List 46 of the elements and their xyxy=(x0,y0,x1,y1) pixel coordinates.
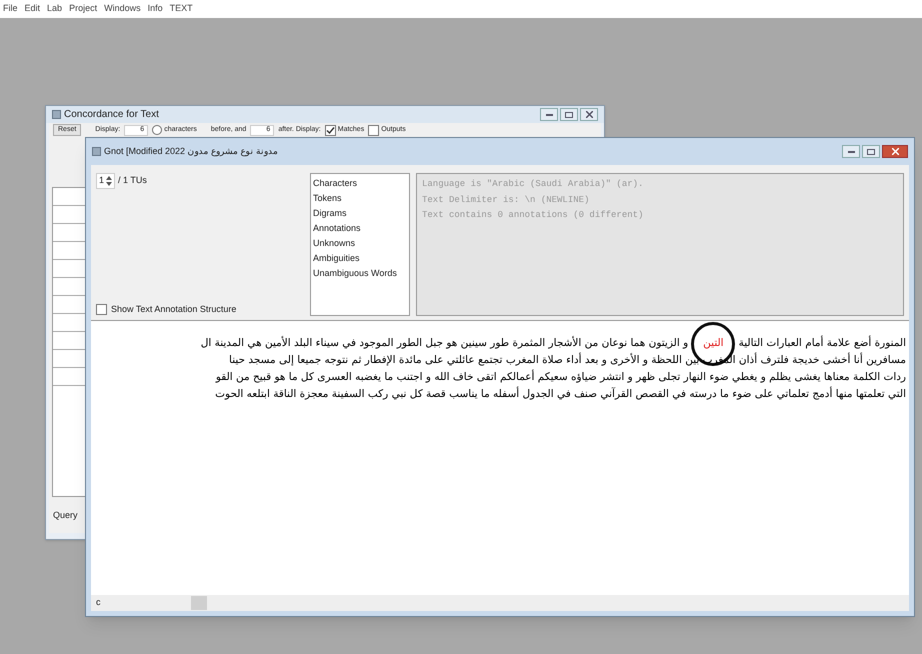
menu-item[interactable]: Lab xyxy=(47,2,62,16)
list-item[interactable]: Unknowns xyxy=(313,236,409,251)
checkbox[interactable] xyxy=(368,124,380,136)
text-line: ردات الكلمة معناها يغشى يظلم و يغطي ضوء النهار تجلى ظهر و انتشر ضياؤه سعيكم أعمالكم اتقى خاف الله و اجتنب ما يغضبه العسرى كل ما هو قبيح من القو xyxy=(216,371,906,383)
maximize-button[interactable] xyxy=(862,145,880,158)
menu-item[interactable]: Edit xyxy=(24,2,40,16)
list-item[interactable]: Tokens xyxy=(313,191,409,206)
highlighted-word: التين xyxy=(703,337,724,349)
menu-item[interactable]: Windows xyxy=(104,2,141,16)
app-icon xyxy=(52,110,61,119)
checkbox[interactable] xyxy=(96,304,107,315)
info-line: Text contains 0 annotations (0 different) xyxy=(422,209,644,222)
scroll-label: c xyxy=(96,596,100,610)
menu-item[interactable]: Project xyxy=(69,2,98,16)
scrollbar-thumb[interactable] xyxy=(190,596,206,610)
text-line: المنورة أضع علامة أمام العبارات التالية xyxy=(738,337,906,349)
unit-total: / 1 TUs xyxy=(118,174,147,188)
text-area[interactable] xyxy=(91,320,909,611)
maximize-button[interactable] xyxy=(560,108,578,121)
close-button[interactable] xyxy=(580,108,598,121)
list-item[interactable]: Digrams xyxy=(313,206,409,221)
text-line: التي تعلمتها منها أدمج تعلماتي على ضوء ما درسته في القصص القرآني صنف في الجدول أسفله ما يناسب قصة كل نبي ركب السفينة معجزة الناقة ابتلعه الحوت xyxy=(215,388,906,400)
list-item[interactable]: Annotations xyxy=(313,221,409,236)
info-line: Language is "Arabic (Saudi Arabia)" (ar). xyxy=(422,178,644,191)
close-icon xyxy=(586,111,592,118)
list-item[interactable]: Unambiguous Words xyxy=(313,266,409,281)
query-label: Query xyxy=(53,509,79,522)
spinner-arrows-icon xyxy=(106,176,112,186)
checkbox-label: Show Text Annotation Structure xyxy=(111,302,236,316)
menu-item[interactable]: File xyxy=(3,2,18,16)
unit-spinner[interactable]: 1 xyxy=(96,173,116,189)
minimize-button[interactable] xyxy=(842,145,860,158)
close-button[interactable] xyxy=(882,145,908,158)
checkbox[interactable] xyxy=(324,124,336,136)
close-icon xyxy=(892,148,898,155)
list-item[interactable]: Ambiguities xyxy=(313,251,409,266)
minimize-button[interactable] xyxy=(540,108,558,121)
text-line: و الزيتون هما نوعان من الأشجار المثمرة طور سينين هو جبل الطور الموجود في سيناء البلد الأمين هي المدينة ال xyxy=(200,337,688,349)
menu-item[interactable]: TEXT xyxy=(170,2,193,16)
window-title: Concordance for Text xyxy=(64,108,159,122)
list-item[interactable]: Characters xyxy=(313,176,409,191)
menu-item[interactable]: Info xyxy=(148,2,163,16)
info-line: Text Delimiter is: \n (NEWLINE) xyxy=(422,194,590,206)
window-title: Gnot [Modified 2022 مدونة نوع مشروع مدون xyxy=(104,144,278,158)
app-icon xyxy=(92,147,101,156)
radio-button[interactable] xyxy=(152,125,162,135)
